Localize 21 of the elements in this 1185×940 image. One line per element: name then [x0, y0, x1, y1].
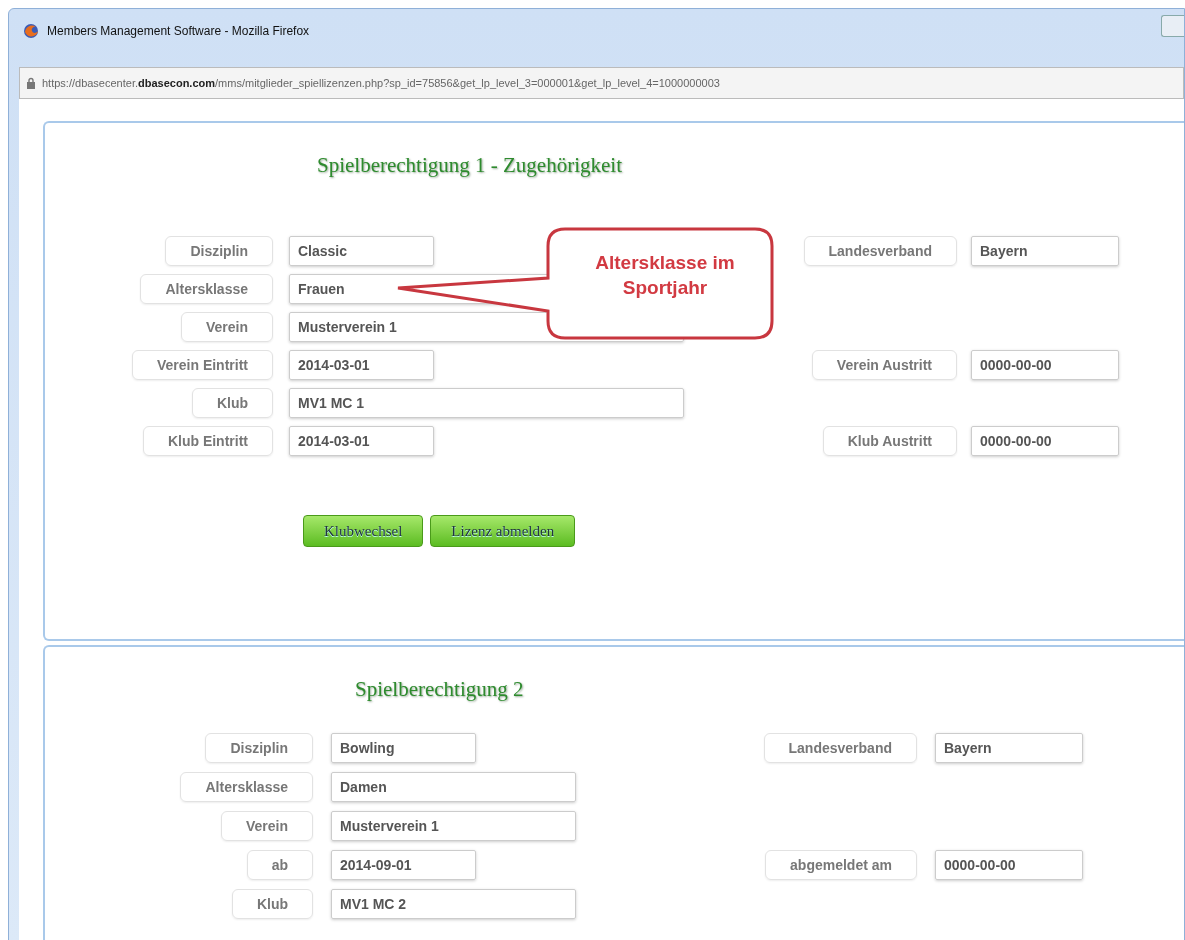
field-label: Verein	[180, 312, 273, 342]
field-label: abgemeldet am	[765, 850, 917, 880]
field-label: Verein	[220, 811, 313, 841]
field-label: Klub Austritt	[822, 426, 957, 456]
field-label: ab	[246, 850, 313, 880]
field-label: Verein Austritt	[811, 350, 957, 380]
field-label: Disziplin	[165, 236, 273, 266]
field-label: Altersklasse	[140, 274, 273, 304]
field-label: Klub	[191, 388, 273, 418]
section-title: Spielberechtigung 2	[355, 677, 525, 702]
callout-tooltip-text: Altersklasse im Sportjahr	[594, 251, 736, 300]
section-title: Spielberechtigung 1 - Zugehörigkeit	[317, 153, 623, 178]
url-text: https://dbasecenter.dbasecon.com/mms/mitglieder_spiellizenzen.php?sp_id=75856&get_lp_level_3=000001&get_lp_level_4=1000000003	[42, 77, 720, 89]
field-label: Disziplin	[205, 733, 313, 763]
field-label: Landesverband	[763, 733, 917, 763]
field-label: Klub Eintritt	[142, 426, 273, 456]
window-title: Members Management Software - Mozilla Firefox	[47, 24, 310, 38]
field-label: Landesverband	[803, 236, 957, 266]
field-label: Klub	[231, 889, 313, 919]
field-label: Verein Eintritt	[131, 350, 273, 380]
field-label: Altersklasse	[180, 772, 313, 802]
